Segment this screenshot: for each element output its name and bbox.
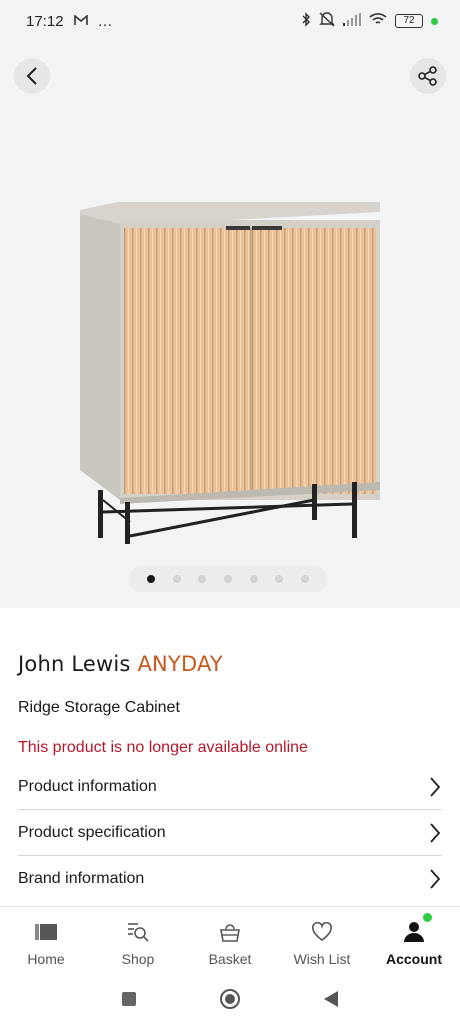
brand-sub: ANYDAY bbox=[137, 652, 223, 676]
chevron-right-icon bbox=[430, 822, 441, 843]
notification-dot bbox=[423, 913, 432, 922]
nav-label: Wish List bbox=[293, 951, 351, 967]
pager-dot[interactable] bbox=[301, 575, 310, 583]
share-button[interactable] bbox=[410, 58, 446, 94]
status-left: 17:12 … bbox=[26, 13, 113, 30]
nav-label: Account bbox=[386, 951, 442, 967]
home-icon bbox=[33, 919, 59, 945]
nav-wish-list[interactable]: Wish List bbox=[276, 907, 368, 978]
account-icon bbox=[401, 919, 427, 945]
nav-home[interactable]: Home bbox=[0, 907, 92, 978]
availability-message: This product is no longer available onli… bbox=[18, 739, 308, 756]
product-title: Ridge Storage Cabinet bbox=[18, 699, 180, 716]
product-information-row[interactable]: Product information bbox=[18, 764, 442, 810]
nav-label: Shop bbox=[121, 951, 155, 967]
heart-icon bbox=[309, 919, 335, 945]
nav-label: Home bbox=[27, 951, 65, 967]
mute-icon bbox=[319, 11, 335, 31]
pager-dot[interactable] bbox=[146, 575, 155, 583]
pager-dot[interactable] bbox=[275, 575, 284, 583]
pager-dot[interactable] bbox=[249, 575, 258, 583]
system-navigation-bar bbox=[0, 978, 460, 1024]
privacy-indicator-dot bbox=[431, 17, 438, 25]
product-image bbox=[80, 202, 380, 544]
status-bar: 17:12 … 72 bbox=[0, 0, 460, 42]
gmail-icon bbox=[73, 13, 88, 30]
share-icon bbox=[418, 66, 437, 86]
product-specification-row[interactable]: Product specification bbox=[18, 810, 442, 856]
brand-main: John Lewis bbox=[18, 652, 131, 676]
home-button[interactable] bbox=[219, 988, 241, 1015]
square-icon bbox=[122, 991, 136, 1006]
clock: 17:12 bbox=[26, 12, 64, 30]
row-label: Brand information bbox=[18, 870, 145, 887]
battery-icon: 72 bbox=[395, 14, 423, 28]
back-button[interactable] bbox=[14, 58, 50, 94]
pager-dot[interactable] bbox=[172, 575, 181, 583]
product-image-gallery[interactable] bbox=[0, 42, 460, 608]
triangle-back-icon bbox=[324, 990, 338, 1007]
status-right: 72 bbox=[301, 11, 438, 31]
row-label: Product information bbox=[18, 777, 157, 795]
basket-icon bbox=[217, 919, 243, 945]
wifi-icon bbox=[369, 12, 387, 30]
pager-dot[interactable] bbox=[223, 575, 232, 583]
chevron-right-icon bbox=[430, 776, 441, 797]
more-notifications-icon: … bbox=[97, 12, 113, 30]
row-label: Product specification bbox=[18, 823, 166, 841]
pager-dot[interactable] bbox=[198, 575, 207, 583]
image-pager bbox=[128, 566, 328, 592]
chevron-left-icon bbox=[26, 67, 37, 85]
chevron-right-icon bbox=[430, 869, 441, 889]
brand-information-row[interactable]: Brand information bbox=[18, 856, 442, 902]
nav-label: Basket bbox=[208, 951, 252, 967]
nav-basket[interactable]: Basket bbox=[184, 907, 276, 978]
back-system-button[interactable] bbox=[323, 990, 339, 1013]
signal-icon bbox=[343, 12, 361, 30]
shop-search-icon bbox=[125, 919, 151, 945]
brand-name[interactable]: John Lewis ANYDAY bbox=[18, 652, 223, 676]
nav-shop[interactable]: Shop bbox=[92, 907, 184, 978]
circle-icon bbox=[220, 988, 240, 1009]
bluetooth-icon bbox=[301, 11, 311, 31]
recent-apps-button[interactable] bbox=[121, 991, 137, 1012]
bottom-navigation: Home Shop Basket Wish List Account bbox=[0, 906, 460, 978]
nav-account[interactable]: Account bbox=[368, 907, 460, 978]
